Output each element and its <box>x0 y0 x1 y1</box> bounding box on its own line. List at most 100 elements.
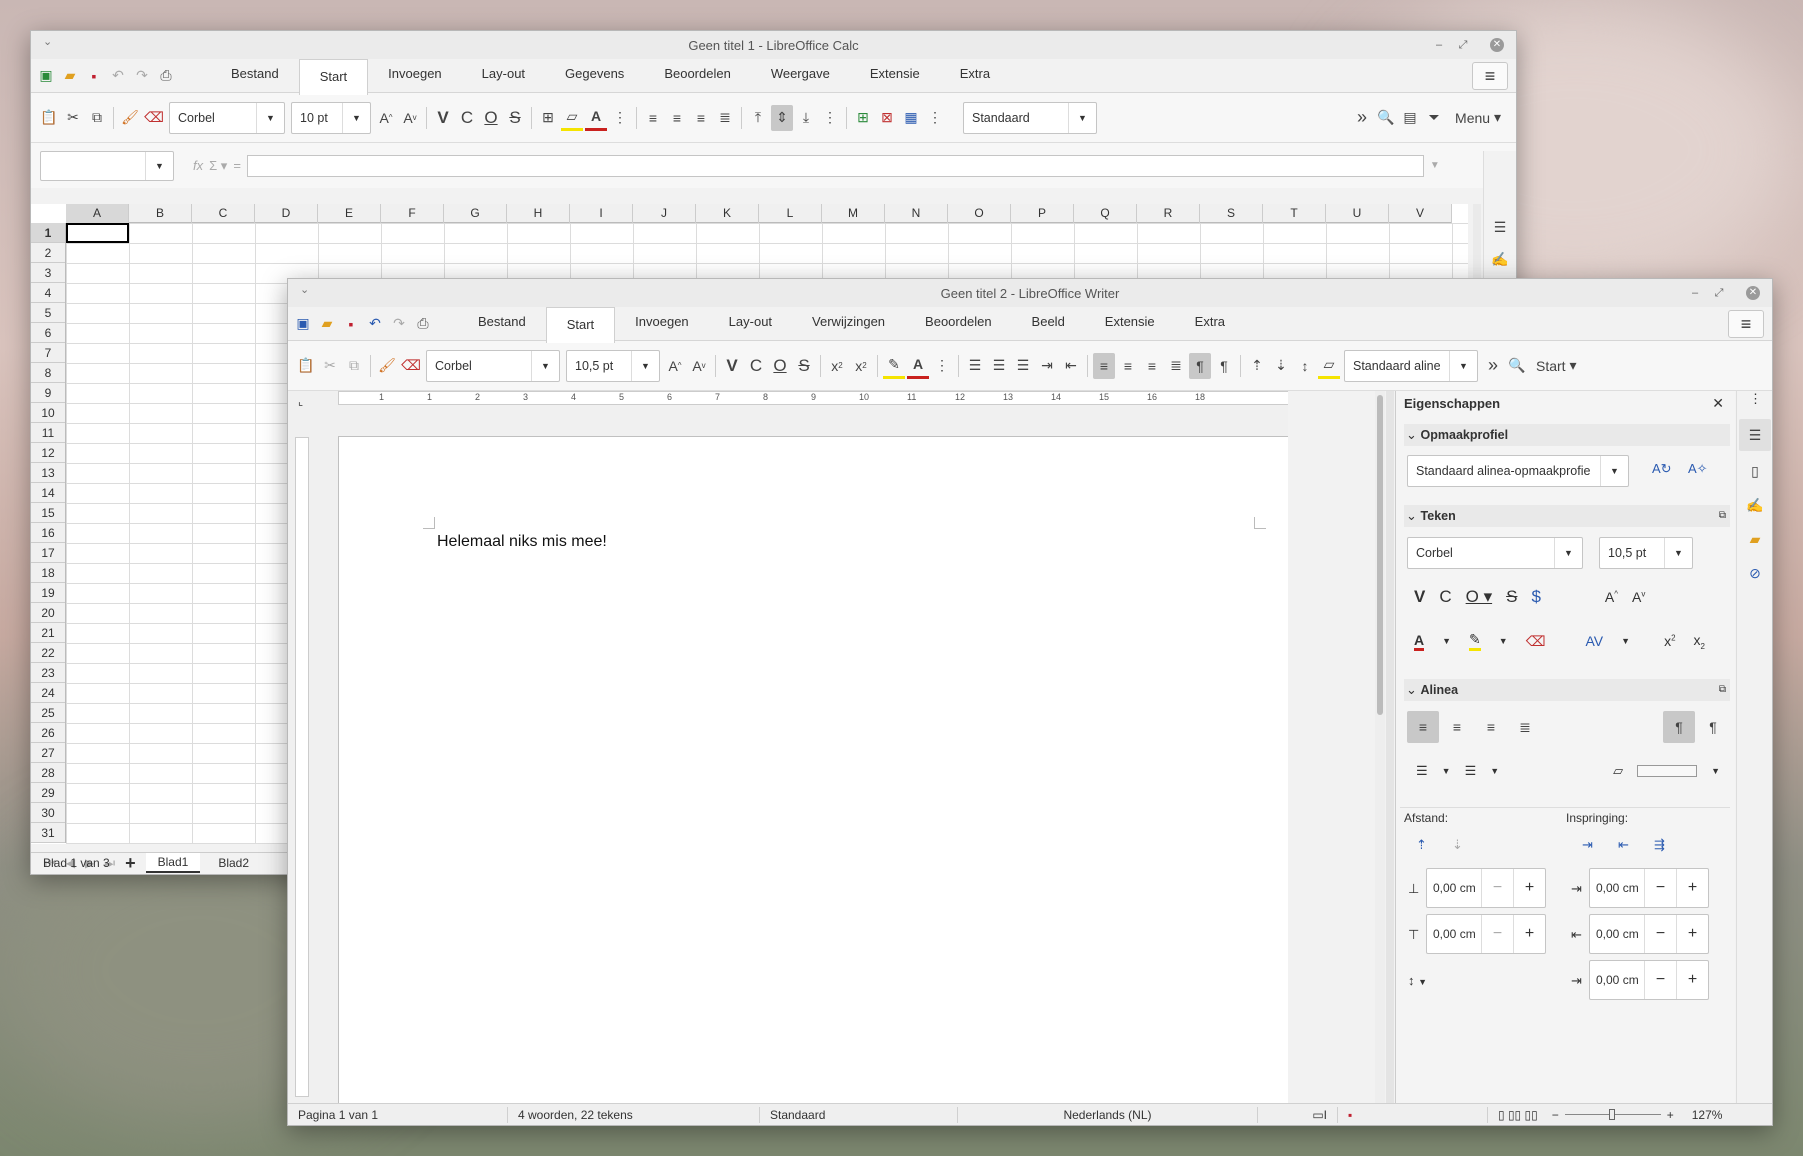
language[interactable]: Nederlands (NL) <box>958 1106 1258 1123</box>
tab-extensie[interactable]: Extensie <box>1085 305 1175 339</box>
row-header[interactable]: 23 <box>31 663 65 683</box>
font-color-icon[interactable]: A <box>1414 632 1425 651</box>
line-spacing-icon[interactable]: ↕ <box>1294 353 1316 379</box>
background-color-icon[interactable]: ▱ <box>561 105 583 131</box>
grow-font-icon[interactable]: A^ <box>375 105 397 131</box>
row-header[interactable]: 8 <box>31 363 65 383</box>
first-line-indent-field[interactable]: 0,00 cm − + <box>1589 960 1709 1000</box>
shrink-font-icon[interactable]: Av <box>399 105 421 131</box>
align-center-icon[interactable]: ≡ <box>1117 353 1139 379</box>
open-icon[interactable]: ▰ <box>59 65 81 87</box>
expand-toolbar-icon[interactable]: » <box>1351 105 1373 131</box>
more-options-icon[interactable]: ⋮ <box>931 353 953 379</box>
row-header[interactable]: 7 <box>31 343 65 363</box>
numbered-list-icon[interactable]: ☰ <box>988 353 1010 379</box>
decrease-indent-icon[interactable]: ⇤ <box>1618 837 1629 853</box>
hamburger-menu-icon[interactable]: ≡ <box>1728 310 1764 338</box>
clone-formatting-icon[interactable]: 🖌 <box>376 353 398 379</box>
column-header[interactable]: R <box>1137 204 1200 223</box>
bold-icon[interactable]: V <box>1414 587 1425 607</box>
strikethrough-icon[interactable]: S <box>1506 587 1517 607</box>
calc-cell-style-box[interactable]: Standaard ▼ <box>963 101 1097 134</box>
column-header[interactable]: H <box>507 204 570 223</box>
style-section-header[interactable]: ⌄ Opmaakprofiel <box>1404 424 1730 446</box>
window-menu-icon[interactable]: ⌄ <box>43 35 52 48</box>
bold-icon[interactable]: V <box>721 353 743 379</box>
column-header[interactable]: F <box>381 204 444 223</box>
plus-icon[interactable]: + <box>1513 869 1545 907</box>
minimize-icon[interactable]: – <box>1688 286 1702 300</box>
indent-before-field[interactable]: 0,00 cm − + <box>1589 868 1709 908</box>
justify-icon[interactable]: ≣ <box>714 105 736 131</box>
align-top-icon[interactable]: ⤒ <box>747 105 769 131</box>
para-section-header[interactable]: ⌄ Alinea ⧉ <box>1404 679 1730 701</box>
tab-extra[interactable]: Extra <box>940 57 1010 91</box>
column-header[interactable]: Q <box>1074 204 1137 223</box>
tab-lay-out[interactable]: Lay-out <box>709 305 792 339</box>
copy-icon[interactable]: ⧉ <box>343 353 365 379</box>
column-header[interactable]: A <box>66 204 129 223</box>
increase-spacing-icon[interactable]: ⇡ <box>1246 353 1268 379</box>
column-header[interactable]: U <box>1326 204 1389 223</box>
horizontal-ruler[interactable]: 1 1 2 3 4 5 6 7 8 9 10 11 12 13 14 15 16 18 <box>338 391 1288 405</box>
underline-icon[interactable]: O <box>769 353 791 379</box>
shadow-icon[interactable]: $ <box>1531 587 1540 607</box>
row-header[interactable]: 22 <box>31 643 65 663</box>
superscript-icon[interactable]: x2 <box>1664 633 1675 649</box>
chevron-down-icon[interactable]: ▼ <box>1554 538 1582 568</box>
word-count[interactable]: 4 woorden, 22 tekens <box>508 1106 760 1123</box>
grow-font-icon[interactable]: A^ <box>664 353 686 379</box>
plus-icon[interactable]: + <box>1676 961 1708 999</box>
expand-formula-icon[interactable]: ▼ <box>1430 160 1440 171</box>
ltr-icon[interactable]: ¶ <box>1663 711 1695 743</box>
increase-indent-icon[interactable]: ⇥ <box>1036 353 1058 379</box>
italic-icon[interactable]: C <box>745 353 767 379</box>
font-color-icon[interactable]: A <box>585 105 607 131</box>
align-right-icon[interactable]: ≡ <box>690 105 712 131</box>
column-header[interactable]: G <box>444 204 507 223</box>
row-header[interactable]: 10 <box>31 403 65 423</box>
ltr-icon[interactable]: ¶ <box>1189 352 1211 379</box>
borders-icon[interactable]: ⊞ <box>537 105 559 131</box>
print-icon[interactable]: ⎙ <box>155 65 177 87</box>
column-header[interactable]: P <box>1011 204 1074 223</box>
numbered-list-icon[interactable]: ☰ <box>1465 763 1477 779</box>
align-left-icon[interactable]: ≡ <box>1093 352 1115 379</box>
zoom-in-icon[interactable]: + <box>1667 1108 1674 1122</box>
row-header[interactable]: 26 <box>31 723 65 743</box>
column-header[interactable]: L <box>759 204 822 223</box>
increase-indent-icon[interactable]: ⇥ <box>1582 837 1593 853</box>
outline-list-icon[interactable]: ☰ <box>1012 353 1034 379</box>
row-header[interactable]: 16 <box>31 523 65 543</box>
row-header[interactable]: 11 <box>31 423 65 443</box>
tab-beoordelen[interactable]: Beoordelen <box>644 57 751 91</box>
highlight-icon[interactable]: ✎ <box>883 353 905 379</box>
minus-icon[interactable]: − <box>1644 961 1676 999</box>
window-menu-icon[interactable]: ⌄ <box>300 283 309 296</box>
tab-gegevens[interactable]: Gegevens <box>545 57 644 91</box>
document-paragraph[interactable]: Helemaal niks mis mee! <box>437 533 607 551</box>
align-center-icon[interactable]: ≡ <box>1441 711 1473 743</box>
char-section-header[interactable]: ⌄ Teken ⧉ <box>1404 505 1730 527</box>
close-icon[interactable]: ✕ <box>1490 38 1504 52</box>
page-icon[interactable]: ▯ <box>1739 455 1771 487</box>
chevron-down-icon[interactable]: ▼ <box>631 350 659 381</box>
row-header[interactable]: 19 <box>31 583 65 603</box>
new-doc-icon[interactable]: ▣ <box>292 313 314 335</box>
shrink-font-icon[interactable]: Av <box>688 353 710 379</box>
formula-input[interactable] <box>246 154 1424 177</box>
rtl-icon[interactable]: ¶ <box>1213 353 1235 379</box>
column-header[interactable]: I <box>570 204 633 223</box>
column-header[interactable]: T <box>1263 204 1326 223</box>
align-left-icon[interactable]: ≡ <box>642 105 664 131</box>
tab-invoegen[interactable]: Invoegen <box>368 57 462 91</box>
tab-verwijzingen[interactable]: Verwijzingen <box>792 305 905 339</box>
font-color-icon[interactable]: A <box>907 353 929 379</box>
tab-bestand[interactable]: Bestand <box>458 305 546 339</box>
vertical-ruler[interactable] <box>295 437 309 1097</box>
bold-icon[interactable]: V <box>432 105 454 131</box>
paragraph-background-icon[interactable]: ▱ <box>1613 763 1623 779</box>
decrease-spacing-icon[interactable]: ⇣ <box>1270 353 1292 379</box>
decrease-indent-icon[interactable]: ⇤ <box>1060 353 1082 379</box>
chevron-down-icon[interactable]: ▼ <box>1600 456 1628 486</box>
